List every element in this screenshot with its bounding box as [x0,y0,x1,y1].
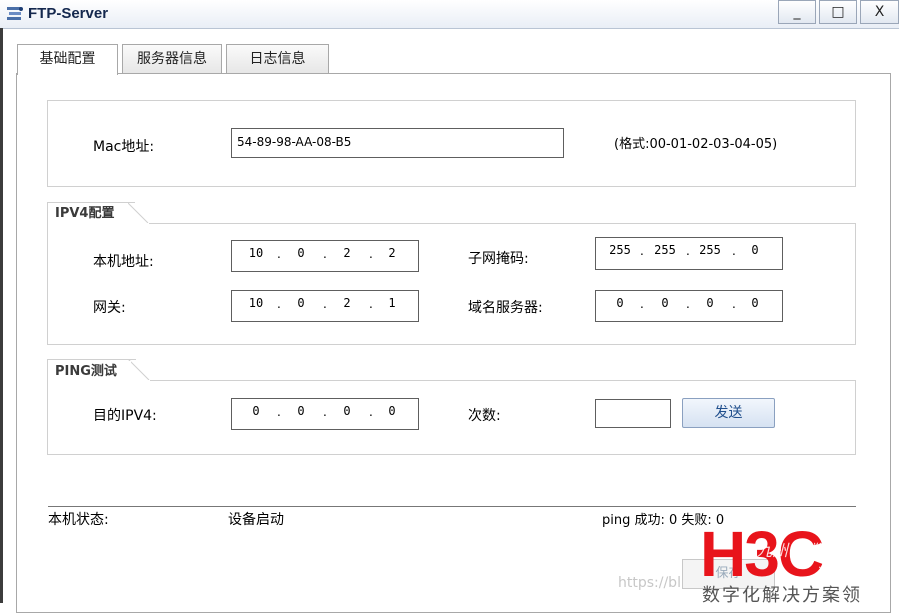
ip-octet: 2 [343,296,351,310]
subnet-mask-input[interactable]: 255 . 255 . 255 . 0 [595,237,783,270]
ip-octet: 1 [388,296,396,310]
send-button[interactable]: 发送 [682,398,775,428]
count-label: 次数: [468,408,501,424]
ip-octet: 0 [751,296,759,310]
close-button[interactable]: X [860,0,899,24]
ip-octet: 0 [616,296,624,310]
logo-overlay-sub: .com [818,558,845,571]
ping-group-title: PING测试 [49,361,131,383]
local-address-input[interactable]: 10 . 0 . 2 . 2 [231,240,419,272]
ip-dot: . [369,247,373,261]
subnet-mask-label: 子网掩码: [468,251,529,267]
ip-dot: . [640,297,644,311]
h3c-logo: H3C 九州云腾 .com 数字化解决方案领 [700,520,862,603]
status-value: 设备启动 [228,512,284,528]
mac-input[interactable]: 54-89-98-AA-08-B5 [231,128,564,158]
ip-octet: 255 [654,243,676,257]
ip-dot: . [323,405,327,419]
tab-server-info[interactable]: 服务器信息 [122,44,222,74]
ip-dot: . [686,297,690,311]
ipv4-tab-slant [127,202,149,224]
title-bar: FTP-Server _ □ X [0,0,899,29]
dns-server-label: 域名服务器: [468,300,543,316]
ip-octet: 10 [248,246,264,260]
dns-server-input[interactable]: 0 . 0 . 0 . 0 [595,290,783,322]
ip-octet: 0 [661,296,669,310]
logo-slogan: 数字化解决方案领 [702,585,862,603]
ip-octet: 255 [609,243,631,257]
count-input[interactable] [595,399,671,428]
gateway-label: 网关: [93,300,126,316]
ip-dot: . [640,244,644,258]
logo-overlay-text: 九州云腾 [756,541,822,560]
ip-dot: . [732,297,736,311]
tab-log-info[interactable]: 日志信息 [226,44,329,74]
ip-octet: 0 [297,404,305,418]
ip-dot: . [369,297,373,311]
ip-octet: 255 [699,243,721,257]
ping-tab-slant [128,359,150,381]
window-left-border [0,28,3,603]
ip-dot: . [277,247,281,261]
mac-format-hint: (格式:00-01-02-03-04-05) [614,137,778,152]
minimize-button[interactable]: _ [778,0,816,24]
status-divider [48,506,856,507]
tab-basic-config[interactable]: 基础配置 [17,44,118,75]
app-icon [7,7,23,20]
ip-dot: . [732,244,736,258]
ip-dot: . [323,247,327,261]
ip-octet: 0 [343,404,351,418]
ip-octet: 0 [388,404,396,418]
ipv4-group-title: IPV4配置 [49,203,129,225]
local-address-label: 本机地址: [93,254,154,270]
ip-octet: 0 [706,296,714,310]
mac-label: Mac地址: [93,139,155,155]
ip-dot: . [369,405,373,419]
ip-octet: 0 [297,296,305,310]
ip-octet: 0 [751,243,759,257]
dest-ipv4-label: 目的IPV4: [93,408,157,424]
ip-octet: 2 [388,246,396,260]
ip-dot: . [686,244,690,258]
ip-octet: 0 [252,404,260,418]
ip-dot: . [277,405,281,419]
ip-octet: 0 [297,246,305,260]
watermark-url: https://bl [618,575,681,591]
status-label: 本机状态: [48,512,109,528]
ip-octet: 10 [248,296,264,310]
ip-dot: . [323,297,327,311]
window-title: FTP-Server [28,5,109,22]
ip-dot: . [277,297,281,311]
ip-octet: 2 [343,246,351,260]
dest-ipv4-input[interactable]: 0 . 0 . 0 . 0 [231,398,419,430]
maximize-button[interactable]: □ [819,0,857,24]
gateway-input[interactable]: 10 . 0 . 2 . 1 [231,290,419,322]
